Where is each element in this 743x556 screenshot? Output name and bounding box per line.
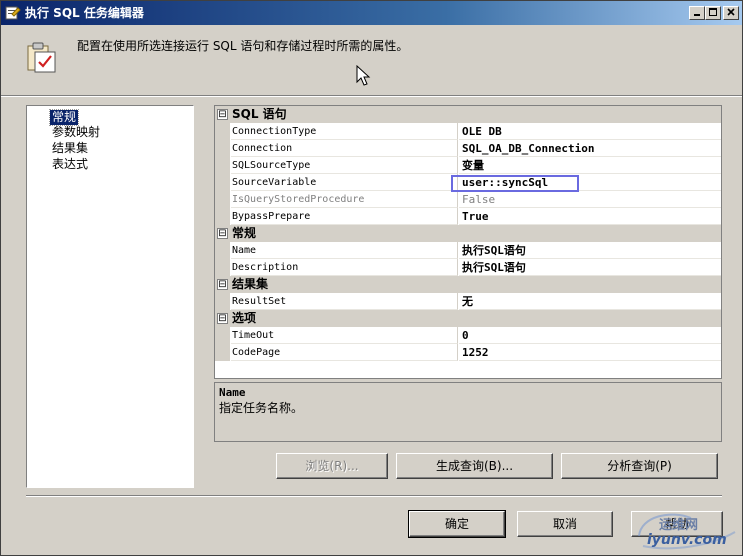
property-value[interactable]: OLE DB [459, 123, 721, 140]
property-value[interactable]: 变量 [459, 157, 721, 174]
maximize-icon [709, 8, 717, 16]
page-nav-list[interactable]: 常规 参数映射 结果集 表达式 [26, 105, 194, 488]
category-result-set[interactable]: ⊟ 结果集 [215, 276, 721, 293]
property-row-bypassprepare[interactable]: BypassPrepare True [215, 208, 721, 225]
property-value[interactable]: user::syncSql [459, 174, 721, 191]
property-value[interactable]: 无 [459, 293, 721, 310]
collapse-icon[interactable]: ⊟ [217, 109, 228, 120]
property-name: TimeOut [231, 327, 458, 344]
row-gutter [215, 174, 230, 191]
category-label: SQL 语句 [232, 107, 287, 121]
property-name: IsQueryStoredProcedure [231, 191, 458, 208]
row-gutter [215, 208, 230, 225]
property-name: Name [231, 242, 458, 259]
category-options[interactable]: ⊟ 选项 [215, 310, 721, 327]
close-button[interactable] [723, 6, 739, 20]
category-label: 选项 [232, 311, 257, 325]
browse-button[interactable]: 浏览(R)... [276, 453, 388, 479]
category-label: 常规 [232, 226, 257, 240]
property-row-name[interactable]: Name 执行SQL语句 [215, 242, 721, 259]
property-name: ResultSet [231, 293, 458, 310]
collapse-icon[interactable]: ⊟ [217, 279, 228, 290]
sql-task-editor-window: 执行 SQL 任务编辑器 配置在使用所选连接运行 SQL 语句和存储过程时所需的… [0, 0, 743, 556]
property-grid[interactable]: ⊟ SQL 语句 ConnectionType OLE DB Connectio… [214, 105, 722, 379]
row-gutter [215, 242, 230, 259]
property-name: ConnectionType [231, 123, 458, 140]
nav-item-parameter-mapping[interactable]: 参数映射 [50, 125, 102, 140]
row-gutter [215, 157, 230, 174]
property-value[interactable]: 执行SQL语句 [459, 259, 721, 276]
property-name: BypassPrepare [231, 208, 458, 225]
property-value[interactable]: 0 [459, 327, 721, 344]
property-name: Description [231, 259, 458, 276]
cancel-button[interactable]: 取消 [517, 511, 613, 537]
description-text: 指定任务名称。 [219, 401, 304, 415]
row-gutter [215, 191, 230, 208]
category-general[interactable]: ⊟ 常规 [215, 225, 721, 242]
mouse-cursor-icon [356, 65, 371, 86]
property-row-timeout[interactable]: TimeOut 0 [215, 327, 721, 344]
minimize-icon [694, 14, 700, 16]
property-row-isquerystoredprocedure[interactable]: IsQueryStoredProcedure False [215, 191, 721, 208]
property-value[interactable]: SQL_OA_DB_Connection [459, 140, 721, 157]
property-row-resultset[interactable]: ResultSet 无 [215, 293, 721, 310]
footer-separator [26, 495, 722, 497]
row-gutter [215, 140, 230, 157]
property-value: False [459, 191, 721, 208]
nav-item-result-set[interactable]: 结果集 [50, 141, 90, 156]
row-gutter [215, 259, 230, 276]
close-icon [727, 8, 735, 16]
nav-item-general[interactable]: 常规 [48, 109, 80, 126]
property-row-description[interactable]: Description 执行SQL语句 [215, 259, 721, 276]
property-name: SQLSourceType [231, 157, 458, 174]
app-icon [5, 6, 21, 20]
window-title: 执行 SQL 任务编辑器 [25, 6, 144, 20]
ok-button[interactable]: 确定 [408, 510, 506, 538]
header-area: 配置在使用所选连接运行 SQL 语句和存储过程时所需的属性。 [1, 25, 742, 93]
task-clipboard-icon [27, 42, 56, 73]
minimize-button[interactable] [689, 6, 705, 20]
build-query-button[interactable]: 生成查询(B)... [396, 453, 553, 479]
collapse-icon[interactable]: ⊟ [217, 313, 228, 324]
help-button[interactable]: 帮助 [631, 511, 723, 537]
row-gutter [215, 344, 230, 361]
property-value[interactable]: 1252 [459, 344, 721, 361]
property-row-codepage[interactable]: CodePage 1252 [215, 344, 721, 361]
property-row-connection[interactable]: Connection SQL_OA_DB_Connection [215, 140, 721, 157]
property-row-sqlsourcetype[interactable]: SQLSourceType 变量 [215, 157, 721, 174]
row-gutter [215, 327, 230, 344]
property-row-connectiontype[interactable]: ConnectionType OLE DB [215, 123, 721, 140]
property-name: Connection [231, 140, 458, 157]
property-value[interactable]: 执行SQL语句 [459, 242, 721, 259]
row-gutter [215, 123, 230, 140]
parse-query-button[interactable]: 分析查询(P) [561, 453, 718, 479]
nav-item-expressions[interactable]: 表达式 [50, 157, 90, 172]
description-title: Name [219, 386, 246, 399]
property-name: SourceVariable [231, 174, 458, 191]
row-gutter [215, 293, 230, 310]
property-row-sourcevariable[interactable]: SourceVariable user::syncSql [215, 174, 721, 191]
header-description: 配置在使用所选连接运行 SQL 语句和存储过程时所需的属性。 [77, 39, 409, 53]
header-separator [1, 95, 742, 97]
collapse-icon[interactable]: ⊟ [217, 228, 228, 239]
property-value[interactable]: True [459, 208, 721, 225]
maximize-button[interactable] [705, 6, 721, 20]
category-label: 结果集 [232, 277, 269, 291]
title-bar[interactable]: 执行 SQL 任务编辑器 [1, 1, 742, 25]
property-description-panel: Name 指定任务名称。 [214, 382, 722, 442]
category-sql-statement[interactable]: ⊟ SQL 语句 [215, 106, 721, 123]
property-name: CodePage [231, 344, 458, 361]
